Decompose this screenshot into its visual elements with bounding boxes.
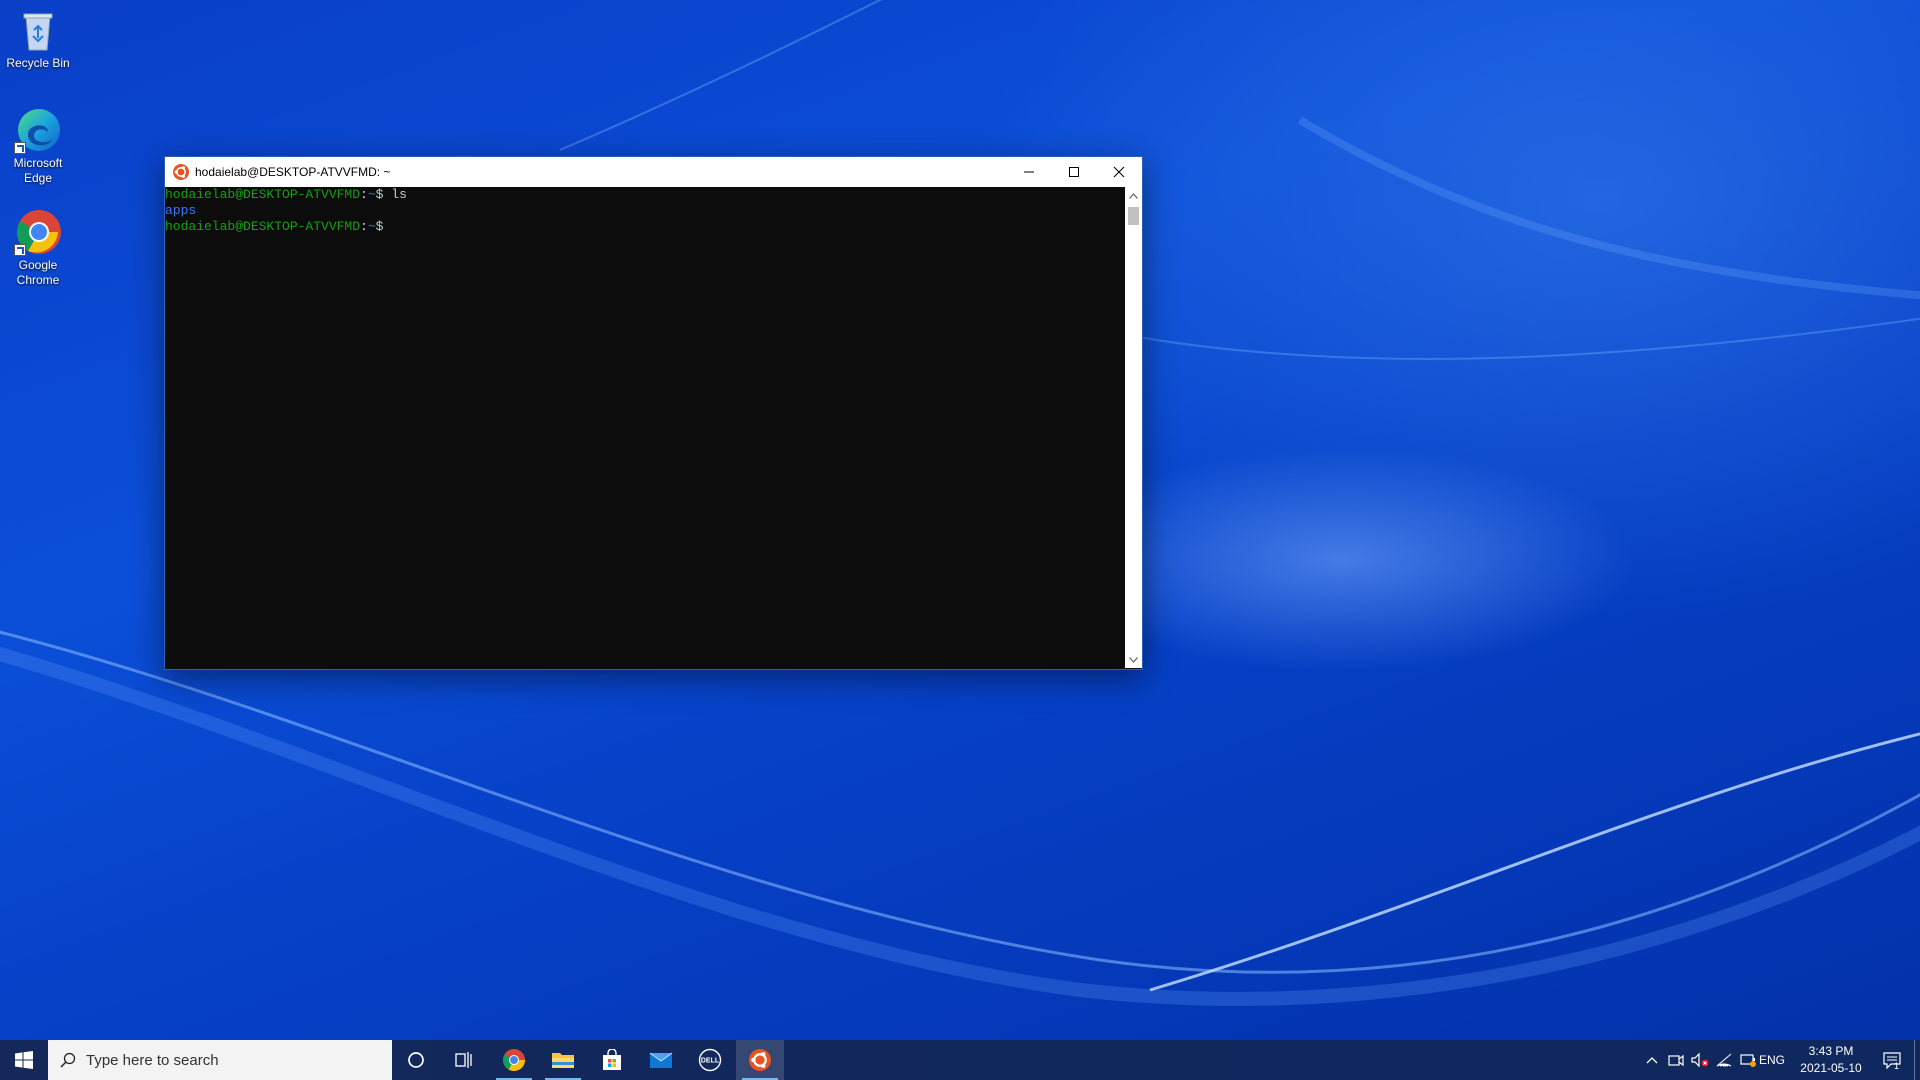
edge-label: Microsoft Edge — [13, 156, 63, 185]
taskbar-mail-button[interactable] — [637, 1040, 685, 1080]
shortcut-arrow-icon — [14, 142, 26, 154]
ubuntu-icon — [173, 164, 189, 180]
output-directory: apps — [165, 203, 197, 218]
prompt-separator: : — [360, 187, 368, 202]
camera-icon — [1668, 1054, 1684, 1067]
chrome-icon — [14, 208, 62, 256]
svg-text:DELL: DELL — [701, 1058, 720, 1065]
taskbar-store-button[interactable] — [588, 1040, 636, 1080]
prompt-user: hodaielab@DESKTOP-ATVVFMD — [165, 219, 361, 234]
chrome-icon — [503, 1049, 525, 1071]
search-icon — [60, 1052, 76, 1068]
ubuntu-icon — [749, 1049, 771, 1071]
windows-logo-icon — [15, 1051, 33, 1069]
prompt-user: hodaielab@DESKTOP-ATVVFMD — [165, 187, 361, 202]
task-view-button[interactable] — [440, 1040, 488, 1080]
console-line: hodaielab@DESKTOP-ATVVFMD:~$ ls — [165, 187, 1125, 203]
recycle-bin-icon — [14, 6, 62, 54]
taskbar-file-explorer-button[interactable] — [539, 1040, 587, 1080]
notification-count: 1 — [1894, 1061, 1900, 1071]
maximize-icon — [1068, 167, 1079, 177]
scroll-down-button[interactable] — [1125, 651, 1142, 668]
chevron-down-icon — [1129, 656, 1138, 663]
prompt-symbol: $ — [375, 187, 392, 202]
task-view-icon — [455, 1052, 472, 1068]
action-center-button[interactable]: 1 — [1872, 1040, 1912, 1080]
battery-button[interactable] — [1736, 1040, 1760, 1080]
store-icon — [603, 1049, 621, 1070]
taskbar: Type here to search DELL ENG 3:43 PM 202… — [0, 1040, 1920, 1080]
command-text: ls — [391, 187, 407, 202]
edge-icon — [14, 106, 62, 154]
cortana-icon — [408, 1052, 424, 1068]
wifi-icon — [1716, 1053, 1732, 1067]
prompt-path: ~ — [367, 187, 376, 202]
taskbar-ubuntu-button[interactable] — [736, 1040, 784, 1080]
meet-now-button[interactable] — [1664, 1040, 1688, 1080]
language-label: ENG — [1759, 1053, 1786, 1067]
clock-date: 2021-05-10 — [1800, 1061, 1862, 1075]
search-placeholder: Type here to search — [86, 1051, 219, 1069]
search-box[interactable]: Type here to search — [48, 1040, 392, 1080]
title-bar[interactable]: hodaielab@DESKTOP-ATVVFMD: ~ — [165, 157, 1142, 187]
shortcut-arrow-icon — [14, 244, 26, 256]
console-line: hodaielab@DESKTOP-ATVVFMD:~$ — [165, 219, 1125, 235]
close-button[interactable] — [1096, 157, 1141, 187]
window-title: hodaielab@DESKTOP-ATVVFMD: ~ — [195, 165, 391, 179]
dell-icon: DELL — [698, 1048, 722, 1072]
scroll-up-button[interactable] — [1125, 187, 1142, 204]
network-button[interactable] — [1712, 1040, 1736, 1080]
battery-icon — [1740, 1054, 1756, 1067]
scrollbar-thumb[interactable] — [1128, 207, 1139, 225]
mail-icon — [649, 1052, 673, 1068]
desktop-icon-edge[interactable]: Microsoft Edge — [2, 106, 74, 186]
prompt-symbol: $ — [375, 219, 384, 234]
clock[interactable]: 3:43 PM 2021-05-10 — [1796, 1040, 1866, 1080]
desktop-icon-chrome[interactable]: Google Chrome — [2, 208, 74, 288]
chrome-label: Google Chrome — [16, 258, 60, 287]
taskbar-chrome-button[interactable] — [490, 1040, 538, 1080]
close-icon — [1113, 166, 1124, 178]
console-line: apps — [165, 203, 1125, 219]
chevron-up-icon — [1646, 1057, 1658, 1064]
minimize-icon — [1023, 171, 1034, 173]
start-button[interactable] — [0, 1040, 48, 1080]
folder-icon — [552, 1053, 574, 1068]
minimize-button[interactable] — [1006, 157, 1051, 187]
taskbar-dell-button[interactable]: DELL — [686, 1040, 734, 1080]
recycle-bin-label: Recycle Bin — [6, 56, 70, 70]
show-hidden-icons-button[interactable] — [1640, 1040, 1664, 1080]
prompt-separator: : — [360, 219, 368, 234]
prompt-path: ~ — [367, 219, 376, 234]
vertical-scrollbar[interactable] — [1125, 187, 1142, 668]
desktop-icon-recycle-bin[interactable]: Recycle Bin — [2, 6, 74, 71]
cortana-button[interactable] — [392, 1040, 440, 1080]
language-indicator[interactable]: ENG — [1759, 1040, 1785, 1080]
terminal-console[interactable]: hodaielab@DESKTOP-ATVVFMD:~$ ls apps hod… — [165, 187, 1125, 668]
volume-muted-icon — [1691, 1052, 1709, 1068]
show-desktop-button[interactable] — [1914, 1040, 1920, 1080]
clock-time: 3:43 PM — [1808, 1044, 1854, 1058]
chevron-up-icon — [1129, 192, 1138, 199]
maximize-button[interactable] — [1051, 157, 1096, 187]
terminal-window[interactable]: hodaielab@DESKTOP-ATVVFMD: ~ hodaielab@D… — [164, 156, 1143, 670]
desktop: Recycle Bin Microsoft Edge Google Chrome… — [0, 0, 1920, 1080]
volume-button[interactable] — [1688, 1040, 1712, 1080]
